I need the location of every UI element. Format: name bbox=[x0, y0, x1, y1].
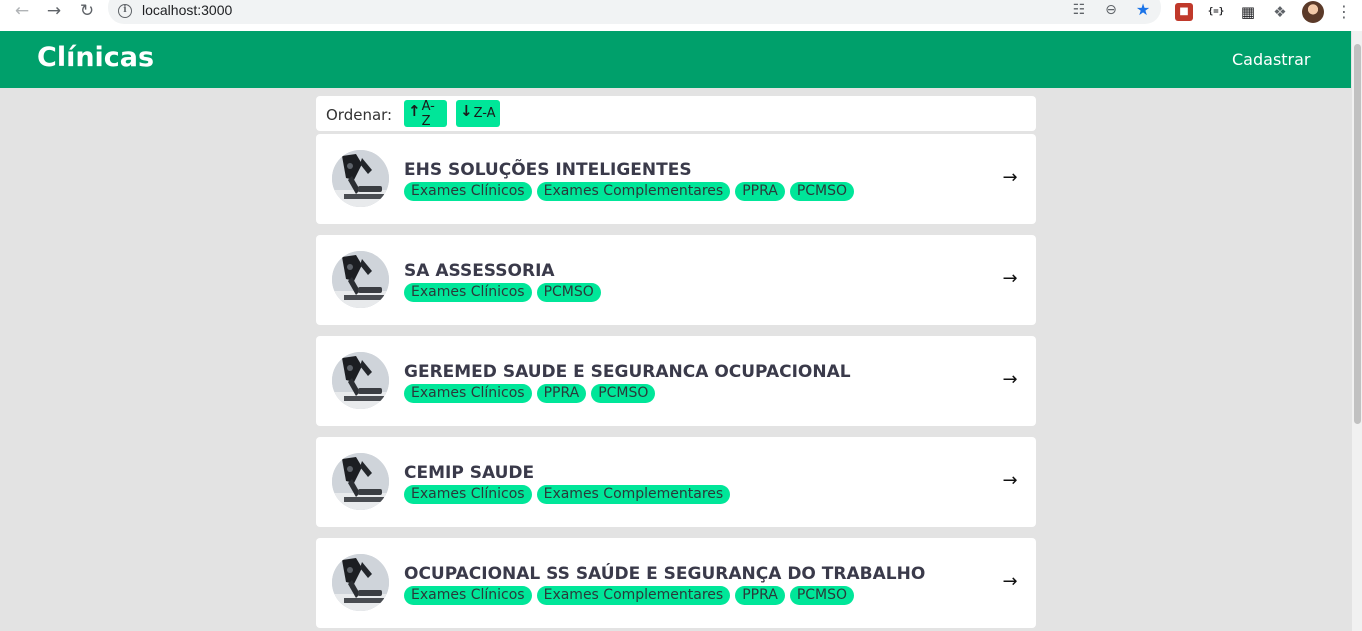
arrow-right-icon[interactable]: → bbox=[1000, 369, 1020, 391]
grid-extension-icon[interactable]: ▦ bbox=[1239, 3, 1257, 21]
clinic-avatar bbox=[332, 251, 389, 308]
bookmark-star-icon[interactable]: ★ bbox=[1134, 1, 1152, 19]
reload-icon[interactable]: ↻ bbox=[76, 0, 98, 22]
sort-az-button[interactable]: ↑ A-Z bbox=[404, 98, 447, 129]
arrow-down-icon: ↓ bbox=[460, 101, 473, 120]
clinic-tags: Exames Clínicos Exames Complementares PPRA… bbox=[404, 586, 855, 605]
zoom-icon[interactable]: ⊖ bbox=[1102, 1, 1120, 19]
service-tag: Exames Clínicos bbox=[404, 384, 532, 403]
profile-avatar[interactable] bbox=[1302, 1, 1324, 23]
arrow-right-icon[interactable]: → bbox=[1000, 571, 1020, 593]
arrow-right-icon[interactable]: → bbox=[1000, 470, 1020, 492]
clinic-tags: Exames Clínicos PCMSO bbox=[404, 283, 601, 302]
clinic-tags: Exames Clínicos Exames Complementares bbox=[404, 485, 731, 504]
sort-za-label: Z-A bbox=[473, 106, 496, 121]
browser-toolbar: ← → ↻ i localhost:3000 ☷ ⊖ ★ ■ {=} ▦ ❖ ⋮ bbox=[0, 0, 1362, 31]
back-arrow-icon[interactable]: ← bbox=[11, 0, 33, 22]
sort-bar: Ordenar: ↑ A-Z ↓ Z-A bbox=[316, 96, 1036, 131]
translate-icon[interactable]: ☷ bbox=[1070, 1, 1088, 19]
clinic-tags: Exames Clínicos Exames Complementares PPRA… bbox=[404, 182, 855, 201]
clinic-name: SA ASSESSORIA bbox=[404, 261, 555, 281]
clinic-card[interactable]: GEREMED SAUDE E SEGURANCA OCUPACIONAL Exa… bbox=[316, 336, 1036, 426]
arrow-right-icon[interactable]: → bbox=[1000, 268, 1020, 290]
clinic-card[interactable]: OCUPACIONAL SS SAÚDE E SEGURANÇA DO TRAB… bbox=[316, 538, 1036, 628]
service-tag: Exames Clínicos bbox=[404, 485, 532, 504]
register-link[interactable]: Cadastrar bbox=[1232, 50, 1311, 69]
service-tag: PPRA bbox=[735, 586, 785, 605]
service-tag: Exames Complementares bbox=[536, 182, 731, 201]
clinic-card[interactable]: CEMIP SAUDE Exames Clínicos Exames Complem… bbox=[316, 437, 1036, 527]
service-tag: Exames Clínicos bbox=[404, 283, 532, 302]
service-tag: Exames Clínicos bbox=[404, 586, 532, 605]
service-tag: Exames Complementares bbox=[536, 485, 731, 504]
service-tag: PPRA bbox=[536, 384, 587, 403]
arrow-right-icon[interactable]: → bbox=[1000, 167, 1020, 189]
sort-label: Ordenar: bbox=[326, 106, 393, 124]
sort-za-button[interactable]: ↓ Z-A bbox=[456, 100, 500, 127]
page-title: Clínicas bbox=[37, 42, 155, 73]
clinic-name: EHS SOLUÇÕES INTELIGENTES bbox=[404, 160, 692, 180]
forward-arrow-icon[interactable]: → bbox=[43, 0, 65, 22]
service-tag: Exames Clínicos bbox=[404, 182, 532, 201]
sort-az-label: A-Z bbox=[421, 98, 435, 129]
service-tag: PCMSO bbox=[789, 586, 855, 605]
service-tag: PCMSO bbox=[789, 182, 855, 201]
address-bar[interactable]: i localhost:3000 ☷ ⊖ ★ bbox=[108, 0, 1161, 24]
arrow-up-icon: ↑ bbox=[408, 101, 421, 120]
service-tag: PCMSO bbox=[591, 384, 656, 403]
json-extension-icon[interactable]: {=} bbox=[1207, 3, 1225, 21]
service-tag: Exames Complementares bbox=[536, 586, 731, 605]
scrollbar-thumb[interactable] bbox=[1354, 44, 1361, 424]
clinic-tags: Exames Clínicos PPRA PCMSO bbox=[404, 384, 656, 403]
clinic-avatar bbox=[332, 453, 389, 510]
service-tag: PCMSO bbox=[536, 283, 601, 302]
clinic-card[interactable]: EHS SOLUÇÕES INTELIGENTES Exames Clínicos… bbox=[316, 134, 1036, 224]
app-header: Clínicas Cadastrar bbox=[0, 31, 1351, 88]
clinic-avatar bbox=[332, 352, 389, 409]
clinic-name: OCUPACIONAL SS SAÚDE E SEGURANÇA DO TRAB… bbox=[404, 564, 926, 584]
puzzle-icon[interactable]: ❖ bbox=[1271, 3, 1289, 21]
menu-dots-icon[interactable]: ⋮ bbox=[1336, 2, 1352, 21]
url-text[interactable]: localhost:3000 bbox=[142, 2, 232, 18]
clinic-avatar bbox=[332, 150, 389, 207]
clinic-name: CEMIP SAUDE bbox=[404, 463, 535, 483]
clinic-name: GEREMED SAUDE E SEGURANCA OCUPACIONAL bbox=[404, 362, 851, 382]
clinic-avatar bbox=[332, 554, 389, 611]
extension-red-icon[interactable]: ■ bbox=[1175, 3, 1193, 21]
clinic-card[interactable]: SA ASSESSORIA Exames Clínicos PCMSO → bbox=[316, 235, 1036, 325]
service-tag: PPRA bbox=[735, 182, 785, 201]
info-icon[interactable]: i bbox=[118, 4, 132, 18]
